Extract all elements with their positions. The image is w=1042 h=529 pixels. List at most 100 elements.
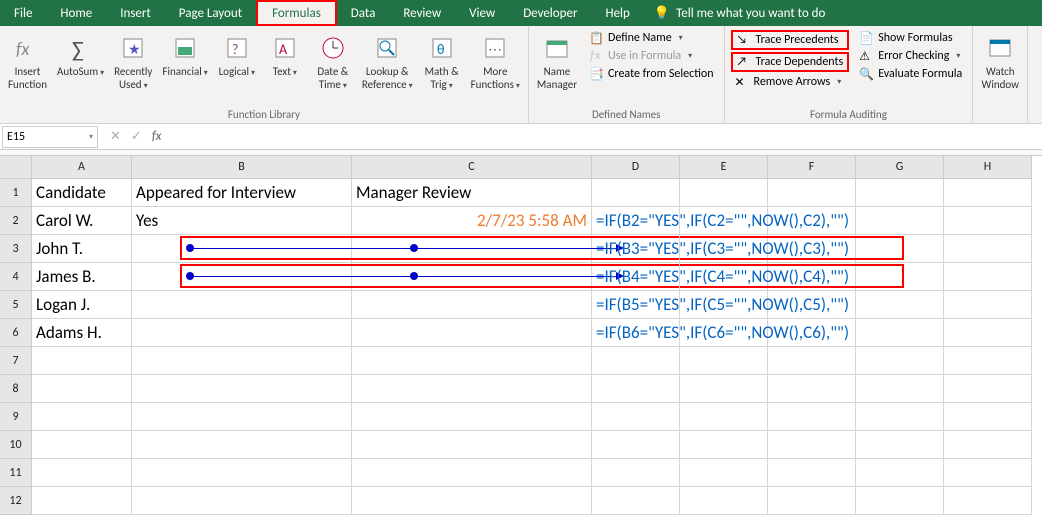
cell-B4[interactable] [132, 263, 352, 291]
column-header-B[interactable]: B [132, 156, 352, 179]
name-manager-button[interactable]: Name Manager [535, 30, 579, 93]
use-in-formula-button[interactable]: ƒxUse in Formula ▾ [585, 48, 718, 64]
cell-G8[interactable] [856, 375, 944, 403]
math-trig-button[interactable]: θ Math & Trig▾ [421, 30, 463, 93]
cell-H12[interactable] [944, 487, 1032, 515]
cell-F7[interactable] [768, 347, 856, 375]
row-header-2[interactable]: 2 [0, 207, 32, 235]
cell-C3[interactable] [352, 235, 592, 263]
cell-G10[interactable] [856, 431, 944, 459]
row-header-1[interactable]: 1 [0, 179, 32, 207]
cell-H7[interactable] [944, 347, 1032, 375]
cell-D4[interactable]: =IF(B4="YES",IF(C4="",NOW(),C4),"") [592, 263, 680, 291]
tab-insert[interactable]: Insert [106, 0, 165, 26]
cell-H8[interactable] [944, 375, 1032, 403]
cell-B9[interactable] [132, 403, 352, 431]
column-header-D[interactable]: D [592, 156, 680, 179]
cell-E12[interactable] [680, 487, 768, 515]
cell-E9[interactable] [680, 403, 768, 431]
trace-precedents-button[interactable]: ↘Trace Precedents [731, 30, 850, 50]
cell-A6[interactable]: Adams H. [32, 319, 132, 347]
cell-H4[interactable] [944, 263, 1032, 291]
date-time-button[interactable]: Date & Time▾ [312, 30, 354, 93]
cell-B11[interactable] [132, 459, 352, 487]
cell-A12[interactable] [32, 487, 132, 515]
cell-A11[interactable] [32, 459, 132, 487]
cell-H2[interactable] [944, 207, 1032, 235]
cell-F11[interactable] [768, 459, 856, 487]
cell-F8[interactable] [768, 375, 856, 403]
financial-button[interactable]: Financial▾ [160, 30, 209, 81]
cell-C12[interactable] [352, 487, 592, 515]
trace-dependents-button[interactable]: ↗Trace Dependents [731, 52, 850, 72]
column-header-C[interactable]: C [352, 156, 592, 179]
cell-C5[interactable] [352, 291, 592, 319]
cell-C2[interactable]: 2/7/23 5:58 AM [352, 207, 592, 235]
fx-icon[interactable]: fx [152, 129, 162, 144]
tab-formulas[interactable]: Formulas [256, 0, 337, 26]
cell-H5[interactable] [944, 291, 1032, 319]
name-box-dropdown-icon[interactable]: ▾ [89, 132, 93, 142]
cell-D9[interactable] [592, 403, 680, 431]
recently-used-button[interactable]: ★ Recently Used▾ [112, 30, 154, 93]
cell-B7[interactable] [132, 347, 352, 375]
cell-D2[interactable]: =IF(B2="YES",IF(C2="",NOW(),C2),"") [592, 207, 680, 235]
cell-G1[interactable] [856, 179, 944, 207]
cell-G5[interactable] [856, 291, 944, 319]
cell-G11[interactable] [856, 459, 944, 487]
row-header-12[interactable]: 12 [0, 487, 32, 515]
tab-data[interactable]: Data [337, 0, 390, 26]
cell-H10[interactable] [944, 431, 1032, 459]
cell-B2[interactable]: Yes [132, 207, 352, 235]
cell-E11[interactable] [680, 459, 768, 487]
cell-B10[interactable] [132, 431, 352, 459]
cell-D6[interactable]: =IF(B6="YES",IF(C6="",NOW(),C6),"") [592, 319, 680, 347]
cell-D11[interactable] [592, 459, 680, 487]
more-functions-button[interactable]: ⋯ More Functions▾ [469, 30, 522, 93]
cell-A4[interactable]: James B. [32, 263, 132, 291]
cell-C11[interactable] [352, 459, 592, 487]
cell-A3[interactable]: John T. [32, 235, 132, 263]
row-header-7[interactable]: 7 [0, 347, 32, 375]
column-header-A[interactable]: A [32, 156, 132, 179]
create-from-selection-button[interactable]: 📑Create from Selection [585, 66, 718, 82]
cell-A5[interactable]: Logan J. [32, 291, 132, 319]
cell-D8[interactable] [592, 375, 680, 403]
row-header-5[interactable]: 5 [0, 291, 32, 319]
cell-H9[interactable] [944, 403, 1032, 431]
cell-B1[interactable]: Appeared for Interview [132, 179, 352, 207]
define-name-button[interactable]: 📋Define Name ▾ [585, 30, 718, 46]
tab-help[interactable]: Help [591, 0, 643, 26]
cell-A2[interactable]: Carol W. [32, 207, 132, 235]
spreadsheet-grid[interactable]: ABCDEFGH 123456789101112 CandidateAppear… [0, 156, 1042, 529]
autosum-button[interactable]: ∑ AutoSum▾ [55, 30, 106, 81]
cell-F1[interactable] [768, 179, 856, 207]
cell-G6[interactable] [856, 319, 944, 347]
cell-C7[interactable] [352, 347, 592, 375]
lookup-reference-button[interactable]: Lookup & Reference▾ [360, 30, 415, 93]
cell-G4[interactable] [856, 263, 944, 291]
enter-icon[interactable]: ✓ [131, 129, 142, 144]
insert-function-button[interactable]: fx Insert Function [6, 30, 49, 93]
cell-A10[interactable] [32, 431, 132, 459]
cell-B5[interactable] [132, 291, 352, 319]
cell-A8[interactable] [32, 375, 132, 403]
row-header-3[interactable]: 3 [0, 235, 32, 263]
remove-arrows-button[interactable]: ✕Remove Arrows ▾ [731, 74, 850, 90]
cell-G9[interactable] [856, 403, 944, 431]
cell-D1[interactable] [592, 179, 680, 207]
cell-H3[interactable] [944, 235, 1032, 263]
cell-A9[interactable] [32, 403, 132, 431]
row-header-8[interactable]: 8 [0, 375, 32, 403]
row-header-6[interactable]: 6 [0, 319, 32, 347]
tab-review[interactable]: Review [389, 0, 455, 26]
cell-G7[interactable] [856, 347, 944, 375]
cell-C8[interactable] [352, 375, 592, 403]
tab-page-layout[interactable]: Page Layout [165, 0, 256, 26]
cell-G3[interactable] [856, 235, 944, 263]
cell-F9[interactable] [768, 403, 856, 431]
text-button[interactable]: A Text▾ [264, 30, 306, 81]
row-header-4[interactable]: 4 [0, 263, 32, 291]
cell-H11[interactable] [944, 459, 1032, 487]
show-formulas-button[interactable]: 📄Show Formulas [855, 30, 966, 46]
